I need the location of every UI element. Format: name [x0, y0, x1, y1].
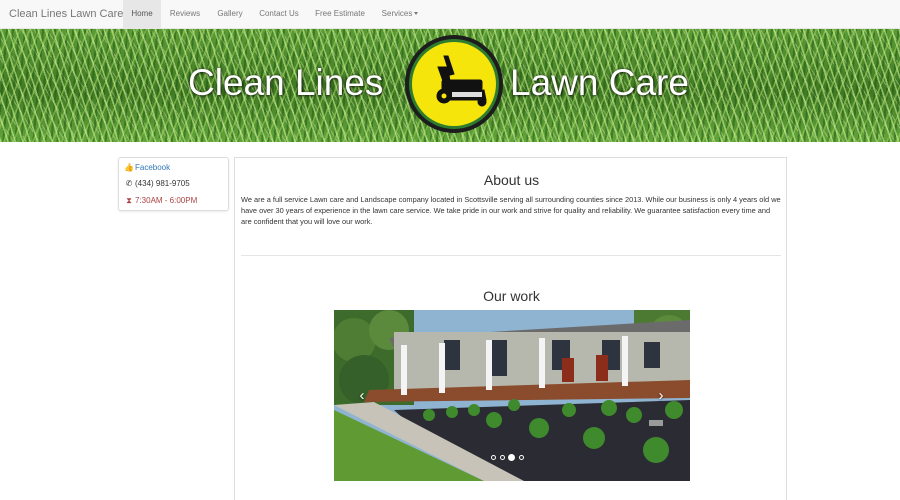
hours-label: 7:30AM - 6:00PM — [135, 196, 198, 205]
main-panel: About us We are a full service Lawn care… — [234, 157, 787, 500]
hero-title-left: Clean Lines — [188, 62, 384, 103]
lawn-mower-logo — [405, 35, 503, 133]
about-title: About us — [483, 172, 540, 188]
facebook-label: Facebook — [135, 163, 171, 172]
hourglass-icon: ⧗ — [126, 196, 132, 205]
nav-free-estimate[interactable]: Free Estimate — [307, 0, 373, 28]
nav-home[interactable]: Home — [123, 0, 161, 28]
nav-gallery[interactable]: Gallery — [209, 0, 251, 28]
phone-icon: ✆ — [125, 179, 133, 188]
work-title: Our work — [483, 288, 540, 304]
hero-title-right: Lawn Care — [510, 62, 689, 103]
carousel-indicator[interactable] — [519, 455, 524, 460]
nav-reviews[interactable]: Reviews — [163, 0, 207, 28]
carousel-indicator[interactable] — [491, 455, 496, 460]
caret-down-icon — [414, 12, 419, 16]
navbar-brand[interactable]: Clean Lines Lawn Care — [9, 0, 123, 29]
contact-sidebar: 👍Facebook ✆ (434) 981-9705 ⧗ 7:30AM - 6:00… — [118, 157, 229, 211]
thumbs-up-icon: 👍 — [124, 163, 134, 172]
carousel-indicator-active[interactable] — [508, 454, 515, 461]
about-text: We are a full service Lawn care and Land… — [241, 195, 781, 226]
section-divider — [241, 255, 781, 256]
carousel-indicators — [491, 454, 535, 462]
chevron-left-icon[interactable]: ‹ — [352, 386, 372, 406]
nav-contact-us[interactable]: Contact Us — [253, 0, 305, 28]
carousel-indicator[interactable] — [500, 455, 505, 460]
phone-number: (434) 981-9705 — [135, 179, 190, 188]
work-carousel[interactable]: ‹ › — [334, 310, 690, 481]
nav-services-label: Services — [381, 9, 413, 18]
facebook-link[interactable]: 👍Facebook — [124, 162, 170, 174]
hours-item: ⧗ 7:30AM - 6:00PM — [124, 195, 197, 207]
hero-banner: Clean Lines Lawn Care — [0, 29, 900, 142]
chevron-right-icon[interactable]: › — [651, 386, 671, 406]
nav-services-dropdown[interactable]: Services — [376, 0, 424, 28]
phone-item: ✆ (434) 981-9705 — [124, 178, 190, 190]
navbar: Clean Lines Lawn Care Home Reviews Galle… — [0, 0, 900, 29]
